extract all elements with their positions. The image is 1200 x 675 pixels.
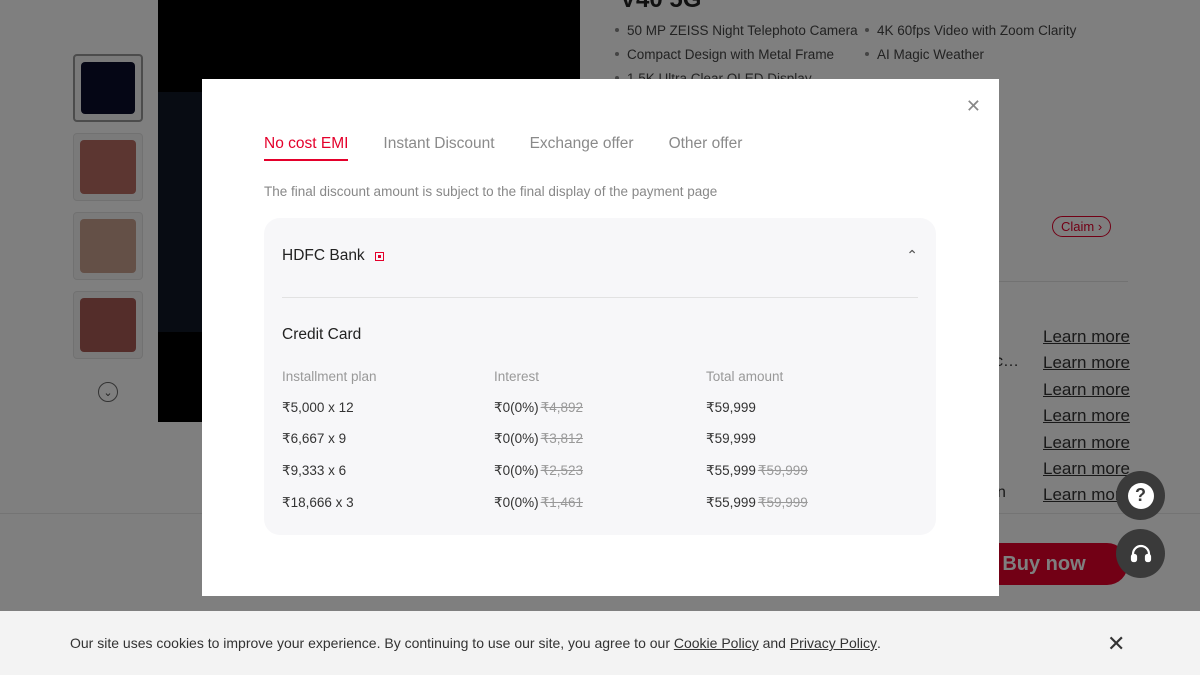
divider xyxy=(282,297,918,298)
table-row: ₹18,666 x 3 ₹0(0%) ₹1,461 ₹55,999 ₹59,999 xyxy=(282,487,922,519)
cookie-text-end: . xyxy=(876,635,881,651)
bank-name: HDFC Bank xyxy=(282,247,365,264)
emi-table: Installment plan Interest Total amount ₹… xyxy=(282,364,922,518)
total-original: ₹59,999 xyxy=(757,462,808,478)
help-button[interactable]: ? xyxy=(1116,471,1165,520)
offer-tabs: No cost EMI Instant Discount Exchange of… xyxy=(264,135,777,161)
tab-exchange-offer[interactable]: Exchange offer xyxy=(530,135,634,161)
column-header: Installment plan xyxy=(282,369,377,384)
interest-value: ₹0(0%) xyxy=(494,494,539,510)
column-header: Interest xyxy=(494,369,540,384)
total-amount: ₹59,999 xyxy=(706,399,756,415)
total-amount: ₹55,999 xyxy=(706,462,756,478)
discount-note: The final discount amount is subject to … xyxy=(264,184,718,199)
table-header: Installment plan Interest Total amount xyxy=(282,364,922,389)
column-header: Total amount xyxy=(706,369,784,384)
interest-original: ₹4,892 xyxy=(540,399,583,415)
cookie-text: Our site uses cookies to improve your ex… xyxy=(70,635,670,651)
card-type-label: Credit Card xyxy=(282,326,362,343)
interest-original: ₹1,461 xyxy=(540,494,583,510)
bank-logo-icon xyxy=(374,251,384,261)
installment-plan: ₹18,666 x 3 xyxy=(282,494,354,510)
table-row: ₹9,333 x 6 ₹0(0%) ₹2,523 ₹55,999 ₹59,999 xyxy=(282,455,922,487)
interest-original: ₹2,523 xyxy=(540,462,583,478)
table-row: ₹5,000 x 12 ₹0(0%) ₹4,892 ₹59,999 xyxy=(282,392,922,424)
support-button[interactable] xyxy=(1116,529,1165,578)
tab-other-offer[interactable]: Other offer xyxy=(669,135,743,161)
chevron-up-icon[interactable]: ⌃ xyxy=(906,247,918,264)
interest-original: ₹3,812 xyxy=(540,431,583,447)
bank-offer-card: HDFC Bank ⌃ Credit Card Installment plan… xyxy=(264,218,936,535)
total-amount: ₹55,999 xyxy=(706,494,756,510)
tab-instant-discount[interactable]: Instant Discount xyxy=(383,135,494,161)
bank-accordion-header[interactable]: HDFC Bank ⌃ xyxy=(282,247,918,265)
interest-value: ₹0(0%) xyxy=(494,431,539,447)
installment-plan: ₹6,667 x 9 xyxy=(282,431,347,447)
question-icon: ? xyxy=(1127,482,1154,509)
cookie-policy-link[interactable]: Cookie Policy xyxy=(674,635,759,651)
close-icon[interactable]: ✕ xyxy=(1107,633,1125,655)
total-amount: ₹59,999 xyxy=(706,431,756,447)
installment-plan: ₹5,000 x 12 xyxy=(282,399,354,415)
privacy-policy-link[interactable]: Privacy Policy xyxy=(790,635,877,651)
total-original: ₹59,999 xyxy=(757,494,808,510)
cookie-banner: Our site uses cookies to improve your ex… xyxy=(0,611,1200,675)
interest-value: ₹0(0%) xyxy=(494,399,539,415)
offers-modal: ✕ No cost EMI Instant Discount Exchange … xyxy=(202,79,999,596)
interest-value: ₹0(0%) xyxy=(494,462,539,478)
table-row: ₹6,667 x 9 ₹0(0%) ₹3,812 ₹59,999 xyxy=(282,424,922,456)
installment-plan: ₹9,333 x 6 xyxy=(282,462,347,478)
headset-icon xyxy=(1130,544,1151,562)
close-icon[interactable]: ✕ xyxy=(966,97,981,115)
tab-no-cost-emi[interactable]: No cost EMI xyxy=(264,135,349,161)
cookie-text-and: and xyxy=(762,635,786,651)
